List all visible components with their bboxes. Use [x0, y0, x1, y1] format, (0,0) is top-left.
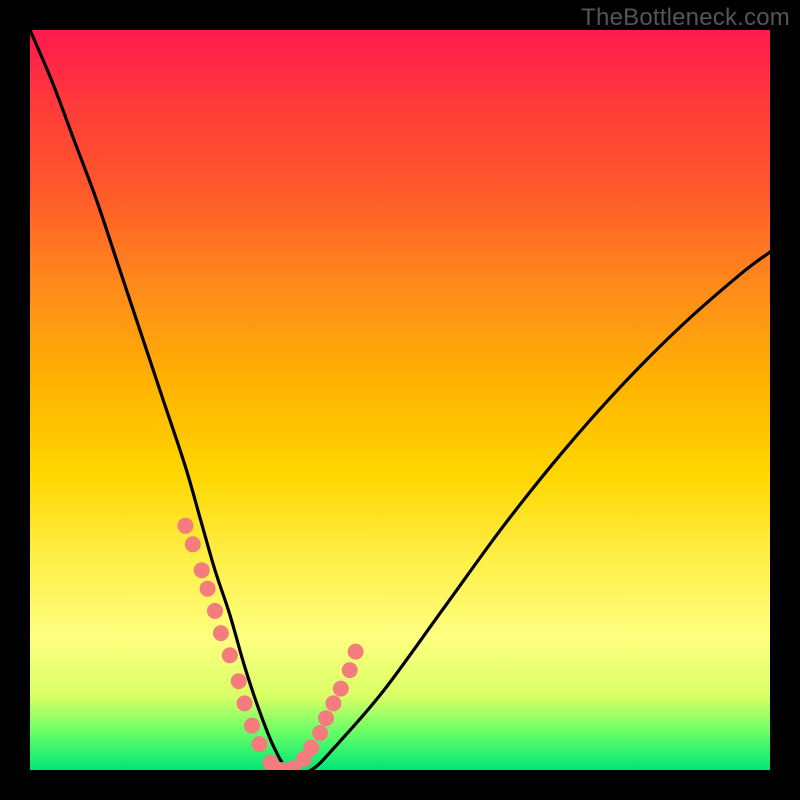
highlight-marker: [342, 662, 358, 678]
highlight-marker: [200, 581, 216, 597]
highlight-marker: [244, 718, 260, 734]
highlight-marker: [348, 644, 364, 660]
highlight-marker: [312, 725, 328, 741]
highlight-marker: [213, 625, 229, 641]
highlight-marker: [237, 695, 253, 711]
highlight-marker: [194, 562, 210, 578]
highlight-marker: [325, 695, 341, 711]
highlight-marker: [185, 536, 201, 552]
plot-area: [30, 30, 770, 770]
highlight-marker: [231, 673, 247, 689]
marker-group: [177, 518, 363, 770]
chart-frame: TheBottleneck.com: [0, 0, 800, 800]
highlight-marker: [177, 518, 193, 534]
highlight-marker: [318, 710, 334, 726]
highlight-marker: [303, 740, 319, 756]
curve-svg: [30, 30, 770, 770]
bottleneck-curve: [30, 30, 770, 770]
watermark-text: TheBottleneck.com: [581, 4, 790, 32]
highlight-marker: [333, 681, 349, 697]
highlight-marker: [222, 647, 238, 663]
highlight-marker: [251, 736, 267, 752]
highlight-marker: [207, 603, 223, 619]
